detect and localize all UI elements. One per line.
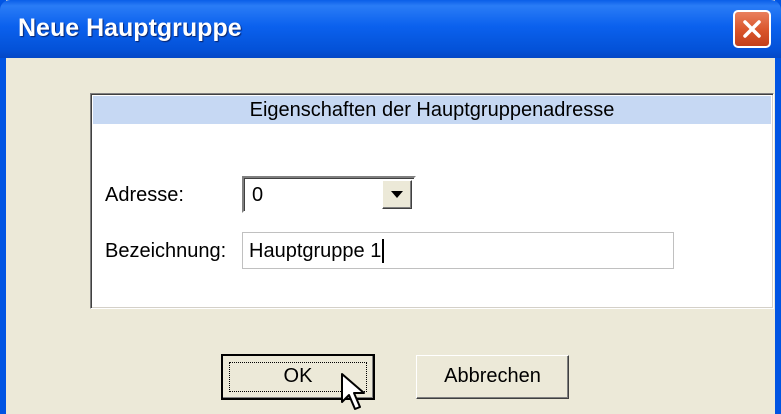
mouse-pointer-icon bbox=[341, 373, 365, 410]
dropdown-button[interactable] bbox=[382, 180, 412, 209]
name-input-value: Hauptgruppe 1 bbox=[249, 239, 385, 263]
panel-header: Eigenschaften der Hauptgruppenadresse bbox=[93, 96, 771, 124]
close-icon bbox=[743, 20, 761, 38]
cancel-button[interactable]: Abbrechen bbox=[416, 355, 569, 399]
close-button[interactable] bbox=[733, 10, 771, 48]
address-dropdown[interactable]: 0 bbox=[242, 176, 416, 213]
title-bar[interactable]: Neue Hauptgruppe bbox=[0, 0, 781, 58]
cancel-button-label: Abbrechen bbox=[444, 365, 541, 387]
properties-panel: Eigenschaften der Hauptgruppenadresse bbox=[90, 93, 774, 309]
chevron-down-icon bbox=[391, 191, 403, 198]
name-label: Bezeichnung: bbox=[105, 240, 227, 262]
name-input[interactable]: Hauptgruppe 1 bbox=[242, 232, 674, 269]
address-label: Adresse: bbox=[105, 184, 184, 206]
address-value: 0 bbox=[252, 184, 264, 206]
window-title: Neue Hauptgruppe bbox=[18, 14, 242, 42]
